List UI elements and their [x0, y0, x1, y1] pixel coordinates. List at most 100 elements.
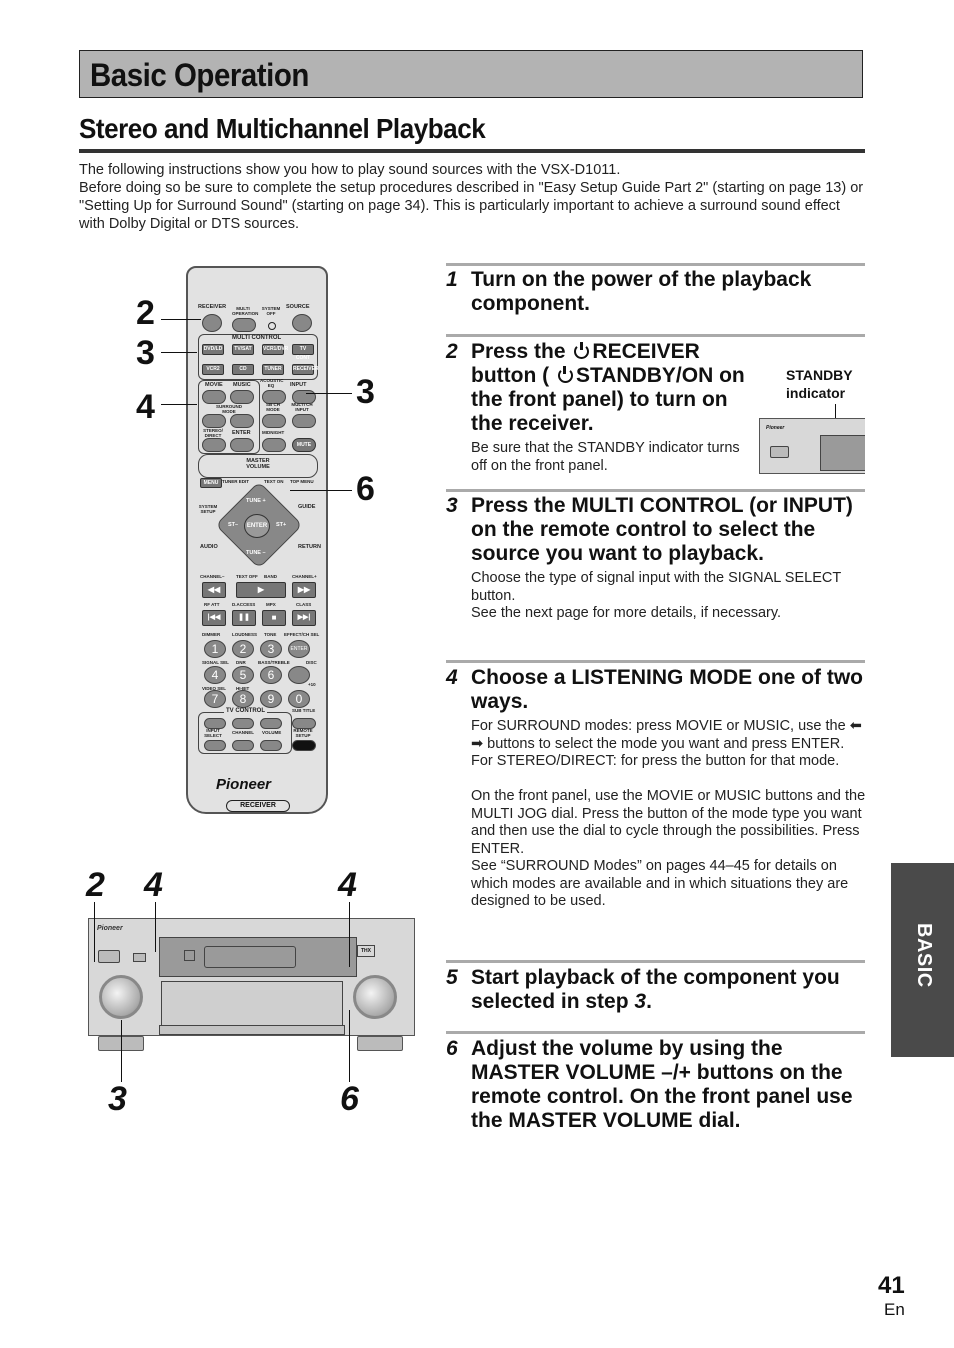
- remote-channel-plus-label: CHANNEL+: [292, 574, 317, 579]
- remote-tuner-edit-label: TUNER EDIT: [222, 479, 249, 484]
- remote-mpx-label: MPX: [266, 602, 276, 607]
- remote-source-btn: RECEIVER: [292, 364, 319, 375]
- remote-effect-enter-button: ENTER: [288, 640, 310, 658]
- step-divider: [446, 660, 865, 663]
- callout-leader: [161, 352, 197, 353]
- power-icon: [574, 342, 590, 359]
- remote-guide-label: GUIDE: [298, 504, 316, 510]
- remote-digit-button: 8: [232, 690, 254, 708]
- standby-indicator-label: STANDBY indicator: [786, 366, 853, 402]
- receiver-front-panel-illustration: Pioneer THX: [88, 918, 415, 1036]
- remote-pad-enter: ENTER: [244, 514, 270, 538]
- step-reference: 3: [634, 990, 647, 1013]
- remote-effect-label: EFFECT/CH SEL: [284, 632, 320, 637]
- remote-right-arrow-button: [230, 414, 254, 428]
- standby-front-panel-detail: Pioneer: [759, 418, 865, 474]
- remote-mute-button: MUTE: [292, 438, 316, 452]
- step-4: 4 Choose a LISTENING MODE one of two way…: [446, 666, 866, 911]
- callout-leader: [94, 902, 95, 962]
- remote-digit-button: 9: [260, 690, 282, 708]
- callout-leader: [349, 902, 350, 967]
- remote-class-label: CLASS: [296, 602, 312, 607]
- remote-receiver-label: RECEIVER: [198, 304, 227, 310]
- remote-dnr-label: DNR: [236, 660, 246, 665]
- remote-enter-button: [230, 438, 254, 452]
- remote-system-setup-label: SYSTEM SETUP: [198, 504, 218, 514]
- callout-step-2: 2: [86, 866, 105, 904]
- step-number: 6: [446, 1037, 458, 1060]
- remote-multi-ch-button: [292, 414, 316, 428]
- remote-tune-plus-label: TUNE +: [246, 498, 266, 504]
- remote-digit-button: 7: [204, 690, 226, 708]
- step-1: 1 Turn on the power of the playback comp…: [446, 268, 866, 316]
- step-5: 5 Start playback of the component you se…: [446, 966, 866, 1014]
- remote-stereo-direct-button: [202, 438, 226, 452]
- remote-digit-button: 2: [232, 640, 254, 658]
- callout-leader: [349, 1010, 350, 1082]
- remote-digit-button: 4: [204, 666, 226, 684]
- remote-input-select-button: [204, 740, 226, 751]
- step-divider: [446, 1031, 865, 1034]
- remote-digit-button: 3: [260, 640, 282, 658]
- remote-midnight-button: [262, 438, 286, 452]
- remote-tv-volume-down-button: [260, 740, 282, 751]
- standby-label-line: STANDBY: [786, 367, 853, 383]
- remote-channel-label: CHANNEL: [232, 730, 254, 735]
- remote-play-button: ▶: [236, 582, 286, 598]
- remote-source-btn: DVD/LD: [202, 344, 224, 355]
- step-heading-part: Press the: [471, 340, 566, 363]
- standby-label-line: indicator: [786, 385, 846, 401]
- remote-enter-label: ENTER: [232, 430, 251, 436]
- chapter-tab: BASIC: [891, 863, 954, 1057]
- remote-disc-button: [288, 666, 310, 684]
- step-heading-part: Start playback of the component you sele…: [471, 966, 840, 1013]
- step-6: 6 Adjust the volume by using the MASTER …: [446, 1037, 866, 1133]
- remote-midnight-label: MIDNIGHT: [262, 430, 285, 435]
- standby-detail-button: [770, 446, 789, 458]
- receiver-logo: Pioneer: [97, 925, 123, 932]
- remote-bass-treble-label: BASS/TREBLE: [258, 660, 290, 665]
- remote-system-off-label: SYSTEM OFF: [261, 306, 281, 316]
- remote-plus10-label: +10: [308, 682, 316, 687]
- receiver-display: [159, 937, 357, 977]
- receiver-phones-button: [133, 953, 146, 962]
- remote-stereo-direct-label: STEREO/ DIRECT: [203, 428, 223, 438]
- standby-detail-display: [820, 435, 865, 471]
- remote-text-off-label: TEXT OFF: [236, 574, 258, 579]
- pioneer-logo: Pioneer: [216, 776, 272, 793]
- remote-movie-label: MOVIE: [205, 382, 223, 388]
- receiver-foot-right: [357, 1036, 403, 1051]
- page-title: Stereo and Multichannel Playback: [79, 113, 486, 144]
- remote-digit-button: 5: [232, 666, 254, 684]
- step-body: For SURROUND modes: press MOVIE or MUSIC…: [471, 718, 866, 911]
- standby-detail-logo: Pioneer: [766, 425, 785, 431]
- section-title: Basic Operation: [90, 57, 309, 93]
- step-body-text: See the next page for more details, if n…: [471, 605, 782, 621]
- callout-step-6: 6: [340, 1080, 359, 1118]
- remote-input-select-label: INPUT SELECT: [204, 728, 222, 738]
- step-divider: [446, 334, 865, 337]
- page-number: 41: [878, 1272, 905, 1299]
- remote-multi-operation-button: [232, 318, 256, 332]
- remote-control-illustration: RECEIVER MULTI OPERATION SYSTEM OFF SOUR…: [186, 266, 328, 814]
- remote-tv-channel-down-button: [232, 740, 254, 751]
- remote-left-arrow-button: [202, 414, 226, 428]
- remote-receiver-power-button: [202, 314, 222, 332]
- remote-digit-button: 0: [288, 690, 310, 708]
- remote-rf-att-label: RF ATT: [204, 602, 220, 607]
- remote-surround-mode-label: SURROUND MODE: [215, 404, 242, 414]
- remote-source-power-button: [292, 314, 312, 332]
- remote-multi-control-label: MULTI CONTROL: [232, 335, 282, 341]
- step-divider: [446, 489, 865, 492]
- remote-source-btn: TUNER: [262, 364, 284, 375]
- remote-digit-button: 1: [204, 640, 226, 658]
- remote-tv-control-label: TV CONTROL: [224, 708, 267, 714]
- step-body-text: On the front panel, use the MOVIE or MUS…: [471, 788, 866, 857]
- remote-return-label: RETURN: [298, 544, 321, 550]
- remote-sb-ch-button: [262, 414, 286, 428]
- thx-badge: THX: [357, 945, 375, 957]
- step-body: Choose the type of signal input with the…: [471, 570, 866, 623]
- step-divider: [446, 960, 865, 963]
- remote-input-label: INPUT: [290, 382, 307, 388]
- remote-dimmer-label: DIMMER: [202, 632, 221, 637]
